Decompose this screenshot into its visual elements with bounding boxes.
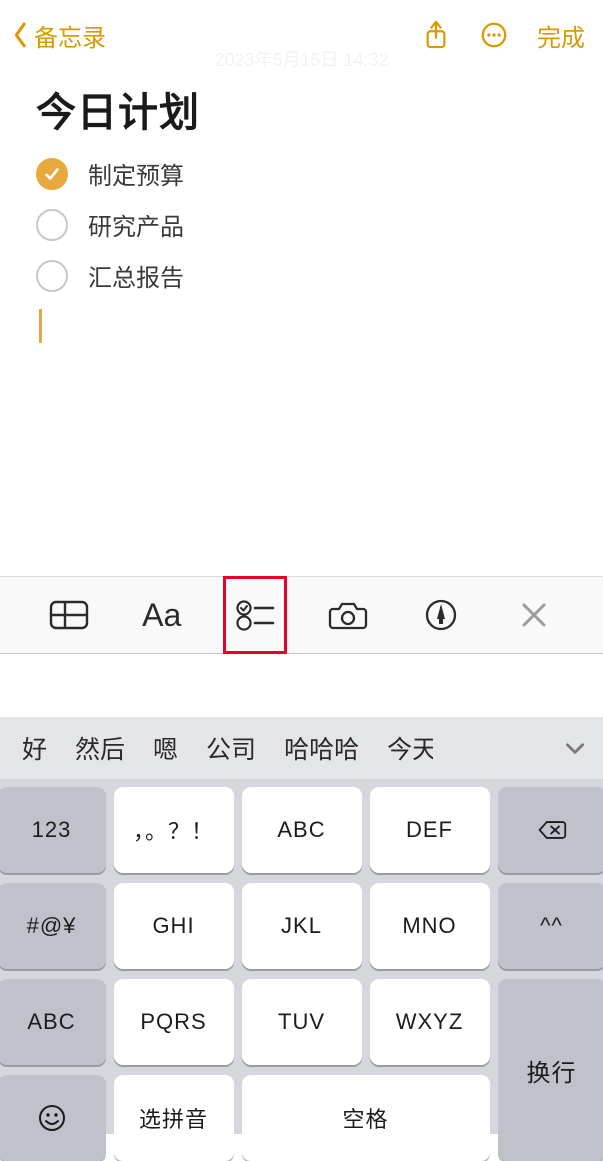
top-nav: 备忘录 完成 (0, 0, 603, 70)
candidate-word[interactable]: 哈哈哈 (270, 730, 373, 766)
checklist-text[interactable]: 研究产品 (88, 207, 184, 242)
camera-icon (328, 599, 368, 631)
key-jkl[interactable]: JKL (242, 883, 362, 969)
candidate-bar: 好 然后 嗯 公司 哈哈哈 今天 (0, 717, 603, 779)
markup-button[interactable] (411, 585, 471, 645)
table-button[interactable] (39, 585, 99, 645)
candidate-word[interactable]: 然后 (61, 730, 139, 766)
checklist-icon (235, 599, 275, 631)
key-backspace[interactable] (498, 787, 603, 873)
checkbox-unchecked[interactable] (36, 260, 68, 292)
done-button[interactable]: 完成 (537, 18, 585, 53)
share-icon (423, 19, 449, 51)
chevron-down-icon (562, 735, 588, 761)
key-space[interactable]: 空格 (242, 1075, 490, 1161)
note-title[interactable]: 今日计划 (36, 80, 567, 138)
candidate-word[interactable]: 公司 (192, 730, 270, 766)
close-icon (521, 602, 547, 628)
candidate-word[interactable]: 今天 (373, 730, 433, 766)
key-abc[interactable]: ABC (242, 787, 362, 873)
expand-candidates-button[interactable] (553, 726, 597, 770)
key-mno[interactable]: MNO (370, 883, 490, 969)
nav-actions: 完成 (421, 18, 585, 53)
checkbox-unchecked[interactable] (36, 209, 68, 241)
backspace-icon (537, 815, 567, 845)
checklist-row[interactable]: 研究产品 (36, 207, 567, 242)
text-format-button[interactable]: Aa (132, 585, 192, 645)
key-pqrs[interactable]: PQRS (114, 979, 234, 1065)
key-123[interactable]: 123 (0, 787, 106, 873)
key-ghi[interactable]: GHI (114, 883, 234, 969)
key-wxyz[interactable]: WXYZ (370, 979, 490, 1065)
candidate-word[interactable]: 嗯 (139, 730, 192, 766)
note-body[interactable]: 今日计划 制定预算 研究产品 汇总报告 (0, 70, 603, 343)
checklist-text[interactable]: 汇总报告 (88, 258, 184, 293)
checkmark-icon (43, 165, 61, 183)
keyboard: 123 ，。？！ ABC DEF #@¥ GHI JKL MNO ^^ ABC … (0, 779, 603, 1134)
key-tuv[interactable]: TUV (242, 979, 362, 1065)
candidate-word[interactable]: 好 (8, 730, 61, 766)
table-icon (49, 600, 89, 630)
key-emoji[interactable] (0, 1075, 106, 1161)
ellipsis-circle-icon (480, 21, 508, 49)
key-symbols[interactable]: #@¥ (0, 883, 106, 969)
chevron-left-icon (10, 18, 32, 52)
emoji-icon (37, 1103, 67, 1133)
dismiss-toolbar-button[interactable] (504, 585, 564, 645)
share-button[interactable] (421, 20, 451, 50)
key-face[interactable]: ^^ (498, 883, 603, 969)
camera-button[interactable] (318, 585, 378, 645)
checklist-row[interactable]: 制定预算 (36, 156, 567, 191)
key-pinyin[interactable]: 选拼音 (114, 1075, 234, 1161)
format-toolbar: Aa (0, 576, 603, 654)
key-punct[interactable]: ，。？！ (114, 787, 234, 873)
markup-icon (424, 598, 458, 632)
key-def[interactable]: DEF (370, 787, 490, 873)
back-label: 备忘录 (34, 18, 106, 53)
more-button[interactable] (479, 20, 509, 50)
key-abc-mode[interactable]: ABC (0, 979, 106, 1065)
text-cursor (39, 309, 42, 343)
checkbox-checked[interactable] (36, 158, 68, 190)
checklist-row[interactable]: 汇总报告 (36, 258, 567, 293)
checklist-button[interactable] (225, 585, 285, 645)
back-button[interactable]: 备忘录 (10, 18, 106, 53)
checklist-text[interactable]: 制定预算 (88, 156, 184, 191)
